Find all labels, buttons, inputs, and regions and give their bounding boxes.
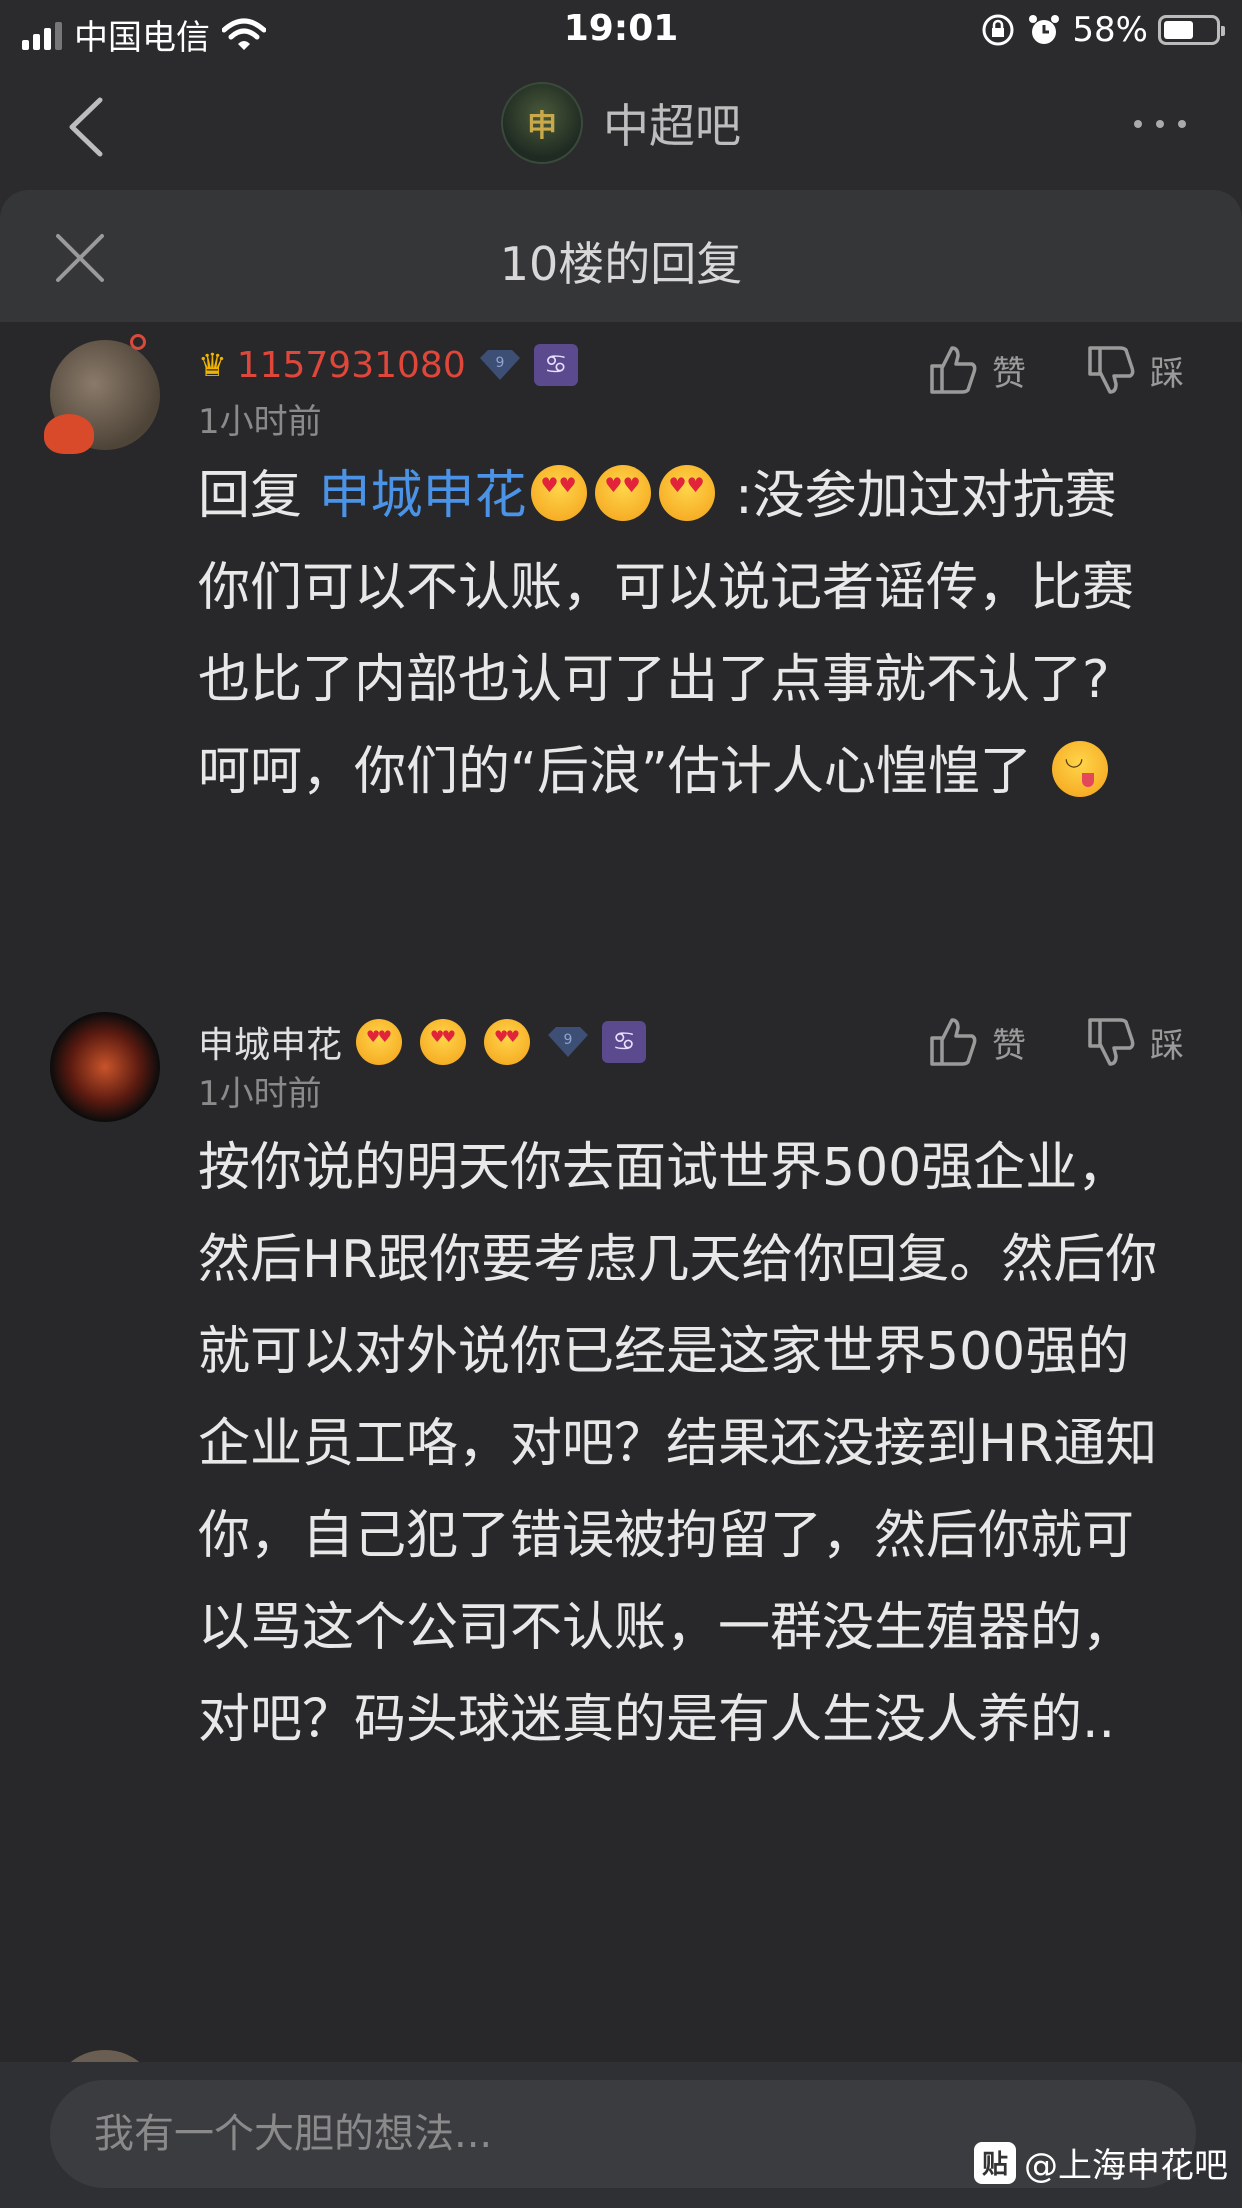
dislike-label: 踩 [1150, 1025, 1184, 1066]
like-label: 赞 [992, 1025, 1026, 1066]
svg-text:9: 9 [564, 1032, 573, 1048]
reply-actions: 赞 踩 [928, 344, 1184, 396]
reply-prefix: 回复 [198, 466, 319, 526]
thumbs-down-icon [1088, 1018, 1135, 1066]
reply-text: 按你说的明天你去面试世界500强企业，然后HR跟你要考虑几天给你回复。然后你就可… [198, 1138, 1158, 1750]
heart-eyes-emoji-icon [594, 465, 651, 521]
alarm-icon [1029, 15, 1060, 44]
panel-title: 10楼的回复 [499, 237, 743, 291]
user-line: 申城申花 9 ♋ [198, 1016, 647, 1068]
heart-eyes-emoji-icon [420, 1019, 467, 1065]
dislike-button[interactable]: 踩 [1086, 344, 1184, 396]
reply-actions: 赞 踩 [928, 1016, 1184, 1068]
avatar[interactable] [44, 334, 160, 454]
level-gem-icon: 9 [548, 1027, 589, 1057]
status-bar: 中国电信 19:01 58% [0, 0, 1242, 64]
zodiac-cancer-icon: ♋ [602, 1021, 647, 1063]
like-button[interactable]: 赞 [928, 1016, 1026, 1068]
battery-percent: 58% [1072, 10, 1148, 50]
level-gem-icon: 9 [479, 350, 520, 380]
avatar-badge [130, 334, 146, 350]
svg-text:9: 9 [495, 355, 504, 371]
heart-eyes-emoji-icon [530, 465, 587, 521]
reply-panel: 10楼的回复 ♛ 1157931080 9 ♋ 1小时前 赞 踩 回复 申城申花… [0, 190, 1242, 2208]
username[interactable]: 1157931080 [237, 345, 466, 386]
mention-link[interactable]: 申城申花 [319, 466, 527, 526]
nav-bar: 申 中超吧 [0, 64, 1242, 190]
dislike-label: 踩 [1150, 353, 1184, 394]
more-icon[interactable] [1134, 120, 1186, 128]
username[interactable]: 申城申花 [198, 1016, 342, 1068]
status-right: 58% [980, 10, 1225, 50]
rotation-lock-icon [982, 14, 1014, 46]
like-button[interactable]: 赞 [928, 344, 1026, 396]
dislike-button[interactable]: 踩 [1086, 1016, 1184, 1068]
zodiac-cancer-icon: ♋ [533, 344, 578, 386]
user-line: ♛ 1157931080 9 ♋ [198, 344, 578, 386]
forum-header[interactable]: 申 中超吧 [0, 82, 1242, 164]
heart-eyes-emoji-icon [484, 1019, 531, 1065]
thumbs-up-icon [930, 1018, 977, 1066]
forum-name[interactable]: 中超吧 [603, 90, 741, 156]
watermark: 贴 @上海申花吧 [974, 2138, 1228, 2187]
timestamp: 1小时前 [198, 402, 322, 442]
timestamp: 1小时前 [198, 1074, 322, 1114]
panel-header: 10楼的回复 [0, 190, 1242, 322]
forum-logo[interactable]: 申 [501, 82, 583, 164]
yum-emoji-icon [1052, 741, 1109, 797]
avatar[interactable] [50, 1012, 160, 1122]
watermark-text: @上海申花吧 [1024, 2146, 1228, 2186]
thumbs-down-icon [1088, 346, 1135, 394]
thumbs-up-icon [930, 346, 977, 394]
bottom-bar: 贴 @上海申花吧 [0, 2062, 1242, 2208]
crown-icon: ♛ [198, 346, 227, 384]
heart-eyes-emoji-icon [658, 465, 715, 521]
battery-icon [1158, 15, 1225, 45]
heart-eyes-emoji-icon [356, 1019, 403, 1065]
tieba-logo-icon: 贴 [974, 2141, 1016, 2184]
like-label: 赞 [992, 353, 1026, 394]
reply-text: 回复 申城申花 :没参加过对抗赛你们可以不认账，可以说记者谣传，比赛也比了内部也… [198, 450, 1158, 818]
